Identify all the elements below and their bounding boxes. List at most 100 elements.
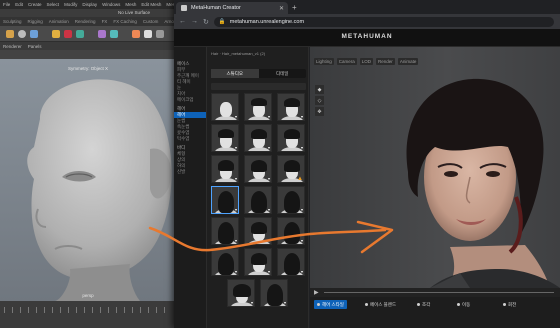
symmetry-label: Symmetry: Object X <box>67 66 108 71</box>
maya-menu-create[interactable]: Create <box>28 2 42 7</box>
hair-preset-crop[interactable]: ▾ <box>211 124 239 152</box>
maya-menu-edit[interactable]: Edit <box>15 2 23 7</box>
hair-preset-long-wavy[interactable]: ▾ <box>211 248 239 276</box>
shelf-tab-rigging[interactable]: Rigging <box>28 19 43 24</box>
hair-preset-buzz[interactable]: ▾ <box>244 93 272 121</box>
maya-menu-edit-mesh[interactable]: Edit Mesh <box>141 2 161 7</box>
mode-rotate-button[interactable]: 회전 <box>500 300 519 309</box>
download-icon: ▾ <box>283 300 286 305</box>
hair-preset-bob[interactable]: ▾ <box>244 186 272 214</box>
animation-track[interactable] <box>324 292 554 293</box>
shelf-tab-rendering[interactable]: Rendering <box>75 19 96 24</box>
shelf-camera-icon[interactable] <box>156 30 164 38</box>
hair-preset-afro[interactable]: ▾ <box>227 279 255 307</box>
editor-nav: 페이스 피부 주근깨 메이 티 헤이 눈 치아 메이크업 헤어 헤어 눈썹 속눈… <box>174 47 206 328</box>
mode-icon <box>317 303 320 306</box>
hair-preset-warning[interactable]: ▲ <box>277 155 305 183</box>
download-icon: ▾ <box>267 176 270 181</box>
download-icon: ▾ <box>234 238 237 243</box>
shelf-cube-icon[interactable] <box>6 30 14 38</box>
new-tab-icon[interactable]: + <box>292 3 297 12</box>
shelf-tab-animation[interactable]: Animation <box>49 19 69 24</box>
shelf-rotate-icon[interactable] <box>64 30 72 38</box>
nav-item-makeup[interactable]: 메이크업 <box>174 97 206 103</box>
panel-menu-panels[interactable]: Panels <box>28 44 42 49</box>
hair-preset-bun[interactable]: ▾ <box>277 217 305 245</box>
forward-icon[interactable]: → <box>191 18 198 25</box>
mode-move-label: 이동 <box>462 301 471 307</box>
back-icon[interactable]: ← <box>179 18 186 25</box>
shelf-cylinder-icon[interactable] <box>30 30 38 38</box>
play-icon[interactable]: ▶ <box>314 289 319 296</box>
mode-sculpt-label: 조각 <box>422 301 431 307</box>
nav-item-beard[interactable]: 턱수염 <box>174 136 206 142</box>
maya-timeline[interactable] <box>0 301 176 328</box>
url-field[interactable]: 🔒 metahuman.unrealengine.com <box>213 16 554 27</box>
hair-preset-layered[interactable]: ▾ <box>260 279 288 307</box>
shelf-sphere-icon[interactable] <box>18 30 26 38</box>
view-mode-toggle: 스튜디오 디테일 <box>211 69 306 78</box>
character-render <box>406 78 560 288</box>
hair-preset-bald[interactable]: ▾ <box>211 93 239 121</box>
maya-viewport-toolbar <box>0 50 176 59</box>
maya-menu-file[interactable]: File <box>3 2 10 7</box>
close-tab-icon[interactable]: ✕ <box>279 5 284 12</box>
mode-icon <box>417 303 420 306</box>
download-icon: ▾ <box>267 269 270 274</box>
address-bar: ← → ↻ 🔒 metahuman.unrealengine.com <box>174 14 560 29</box>
shelf-uv-icon[interactable] <box>110 30 118 38</box>
mode-hairstyle-button[interactable]: 헤어 스타일 <box>314 300 347 309</box>
hair-preset-wavy[interactable]: ▾ <box>244 155 272 183</box>
hair-preset-updo[interactable]: ▾ <box>244 248 272 276</box>
download-icon: ▾ <box>300 145 303 150</box>
shelf-render-icon[interactable] <box>132 30 140 38</box>
hair-preset-slick[interactable]: ▾ <box>277 124 305 152</box>
nav-item-shoes[interactable]: 신발 <box>174 169 206 175</box>
shelf-tab-fx-caching[interactable]: FX Caching <box>113 19 137 24</box>
maya-panel-menu: Renderer Panels <box>0 42 176 50</box>
shelf-tab-fx[interactable]: FX <box>102 19 108 24</box>
shelf-light-icon[interactable] <box>144 30 152 38</box>
no-live-surface-label: No Live Surface <box>118 10 151 15</box>
screen: File Edit Create Select Modify Display W… <box>0 0 560 328</box>
shelf-tab-custom[interactable]: Custom <box>143 19 159 24</box>
mode-icon <box>503 303 506 306</box>
maya-menu-windows[interactable]: Windows <box>102 2 120 7</box>
download-icon: ▾ <box>267 238 270 243</box>
mode-move-button[interactable]: 이동 <box>454 300 473 309</box>
shelf-scale-icon[interactable] <box>76 30 84 38</box>
filter-input[interactable] <box>211 83 306 90</box>
hair-preset-curly[interactable]: ▾ <box>211 155 239 183</box>
maya-menu-modify[interactable]: Modify <box>64 2 77 7</box>
hair-preset-braids[interactable]: ▾ <box>277 248 305 276</box>
download-icon: ▾ <box>234 269 237 274</box>
download-icon: ▾ <box>267 207 270 212</box>
maya-menu-mesh[interactable]: Mesh <box>125 2 136 7</box>
mode-sculpt-button[interactable]: 조각 <box>414 300 433 309</box>
download-icon: ▾ <box>234 114 237 119</box>
shelf-deform-icon[interactable] <box>98 30 106 38</box>
metahuman-logo: METAHUMAN <box>341 33 393 40</box>
shelf-tab-sculpting[interactable]: Sculpting <box>3 19 22 24</box>
maya-viewport[interactable]: Symmetry: Object X persp <box>0 59 176 301</box>
hair-preset-fade[interactable]: ▾ <box>244 124 272 152</box>
segment-studio[interactable]: 스튜디오 <box>211 69 259 78</box>
segment-detail[interactable]: 디테일 <box>259 69 307 78</box>
hair-preset-long-straight[interactable]: ▾ <box>211 217 239 245</box>
hair-preset-short[interactable]: ▾ <box>277 93 305 121</box>
breadcrumb: Hair · Hair_metahuman_v1 (2) <box>211 51 266 56</box>
mode-face-blend-button[interactable]: 페이스 블렌드 <box>362 300 399 309</box>
tab-title: MetaHuman Creator <box>191 5 241 11</box>
hair-preset-bob-selected[interactable]: ▾ <box>211 186 239 214</box>
panel-menu-renderer[interactable]: Renderer <box>3 44 22 49</box>
download-icon: ▾ <box>267 114 270 119</box>
maya-menu-select[interactable]: Select <box>47 2 60 7</box>
browser-tab-metahuman[interactable]: MetaHuman Creator ✕ <box>176 2 288 14</box>
reload-icon[interactable]: ↻ <box>203 18 209 26</box>
hair-preset-pixie[interactable]: ▾ <box>277 186 305 214</box>
hair-preset-ponytail[interactable]: ▾ <box>244 217 272 245</box>
metahuman-viewport[interactable]: Lighting Camera LOD Render Animate ◆ ◇ ✥ <box>310 47 560 328</box>
maya-menu-display[interactable]: Display <box>82 2 97 7</box>
mode-face-blend-label: 페이스 블렌드 <box>370 301 397 307</box>
shelf-move-icon[interactable] <box>52 30 60 38</box>
